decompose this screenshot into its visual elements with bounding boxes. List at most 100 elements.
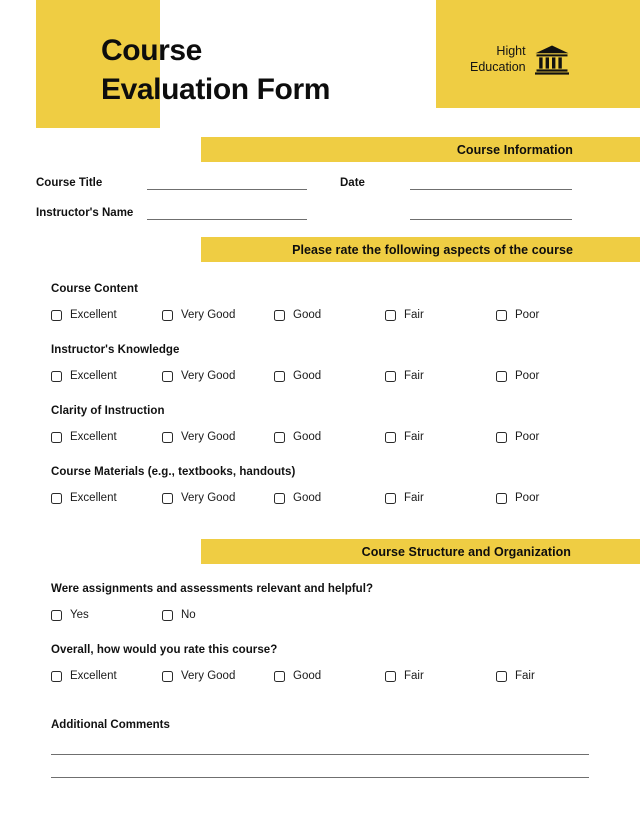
section-header-course-information: Course Information xyxy=(201,137,640,162)
course-evaluation-form-page: Course Evaluation Form Hight Education C… xyxy=(0,0,640,828)
instructor-name-input[interactable] xyxy=(147,219,307,220)
checkbox-icon[interactable] xyxy=(51,492,62,504)
checkbox-icon[interactable] xyxy=(496,309,507,321)
checkbox-icon[interactable] xyxy=(496,492,507,504)
rating-group-2-option-label: Very Good xyxy=(181,370,236,382)
rating-group-3-option-label: Poor xyxy=(515,431,540,443)
rating-group-2-option-label: Fair xyxy=(404,370,424,382)
rating-group-4-option-label: Poor xyxy=(515,492,540,504)
checkbox-icon[interactable] xyxy=(274,431,285,443)
structure-group-2-option-5[interactable]: Fair xyxy=(496,670,535,682)
rating-group-4-option-label: Fair xyxy=(404,492,424,504)
brand-line-2: Education xyxy=(470,59,526,74)
checkbox-icon[interactable] xyxy=(385,492,396,504)
rating-group-1-option-5[interactable]: Poor xyxy=(496,309,539,321)
rating-group-2-option-4[interactable]: Fair xyxy=(385,370,424,382)
rating-group-1-option-label: Poor xyxy=(515,309,540,321)
rating-group-2-label: Instructor's Knowledge xyxy=(51,344,180,356)
bank-building-icon xyxy=(534,45,569,75)
structure-group-2-option-label: Fair xyxy=(515,670,535,682)
rating-group-4-option-3[interactable]: Good xyxy=(274,492,321,504)
checkbox-icon[interactable] xyxy=(51,670,62,682)
rating-group-2-option-1[interactable]: Excellent xyxy=(51,370,117,382)
rating-group-2-option-label: Excellent xyxy=(70,370,117,382)
checkbox-icon[interactable] xyxy=(274,370,285,382)
checkbox-icon[interactable] xyxy=(162,309,173,321)
rating-group-1-option-label: Fair xyxy=(404,309,424,321)
rating-group-2-options: Excellent Very Good Good Fair Poor xyxy=(0,370,640,386)
brand-text: Hight Education xyxy=(470,44,526,75)
structure-group-1-option-label: Yes xyxy=(70,609,89,621)
structure-group-2-option-label: Good xyxy=(293,670,322,682)
rating-group-3-option-1[interactable]: Excellent xyxy=(51,431,117,443)
additional-comments-line-2[interactable] xyxy=(51,777,589,778)
structure-group-2-option-label: Very Good xyxy=(181,670,236,682)
additional-comments-label: Additional Comments xyxy=(51,719,170,731)
checkbox-icon[interactable] xyxy=(162,670,173,682)
checkbox-icon[interactable] xyxy=(162,431,173,443)
section-header-course-structure: Course Structure and Organization xyxy=(201,539,640,564)
rating-group-4-option-label: Good xyxy=(293,492,322,504)
checkbox-icon[interactable] xyxy=(51,309,62,321)
rating-group-1-option-4[interactable]: Fair xyxy=(385,309,424,321)
checkbox-icon[interactable] xyxy=(385,670,396,682)
date-label: Date xyxy=(340,177,365,189)
rating-group-4-option-label: Very Good xyxy=(181,492,236,504)
checkbox-icon[interactable] xyxy=(162,492,173,504)
rating-group-4-option-4[interactable]: Fair xyxy=(385,492,424,504)
checkbox-icon[interactable] xyxy=(274,492,285,504)
rating-group-2-option-label: Good xyxy=(293,370,322,382)
checkbox-icon[interactable] xyxy=(385,431,396,443)
page-title-line-2: Evaluation Form xyxy=(101,73,331,106)
rating-group-1-options: Excellent Very Good Good Fair Poor xyxy=(0,309,640,325)
checkbox-icon[interactable] xyxy=(496,431,507,443)
checkbox-icon[interactable] xyxy=(51,370,62,382)
structure-group-2-option-label: Fair xyxy=(404,670,424,682)
date-secondary-input[interactable] xyxy=(410,219,572,220)
rating-group-2-option-2[interactable]: Very Good xyxy=(162,370,235,382)
checkbox-icon[interactable] xyxy=(496,670,507,682)
course-title-input[interactable] xyxy=(147,189,307,190)
rating-group-4-option-5[interactable]: Poor xyxy=(496,492,539,504)
checkbox-icon[interactable] xyxy=(51,431,62,443)
structure-group-2-option-label: Excellent xyxy=(70,670,117,682)
structure-group-2-options: Excellent Very Good Good Fair Fair xyxy=(0,670,640,686)
rating-group-3-option-label: Very Good xyxy=(181,431,236,443)
checkbox-icon[interactable] xyxy=(385,309,396,321)
page-title: Course Evaluation Form xyxy=(101,31,431,109)
instructor-name-label: Instructor's Name xyxy=(36,207,134,219)
rating-group-3-options: Excellent Very Good Good Fair Poor xyxy=(0,431,640,447)
rating-group-1-option-3[interactable]: Good xyxy=(274,309,321,321)
rating-group-3-option-3[interactable]: Good xyxy=(274,431,321,443)
checkbox-icon[interactable] xyxy=(496,370,507,382)
structure-group-2-option-2[interactable]: Very Good xyxy=(162,670,235,682)
rating-group-1-option-2[interactable]: Very Good xyxy=(162,309,235,321)
structure-group-2-option-1[interactable]: Excellent xyxy=(51,670,117,682)
rating-group-4-option-2[interactable]: Very Good xyxy=(162,492,235,504)
checkbox-icon[interactable] xyxy=(162,609,173,621)
structure-group-1-option-2[interactable]: No xyxy=(162,609,196,621)
structure-group-2-option-3[interactable]: Good xyxy=(274,670,321,682)
rating-group-1-option-label: Very Good xyxy=(181,309,236,321)
checkbox-icon[interactable] xyxy=(162,370,173,382)
checkbox-icon[interactable] xyxy=(385,370,396,382)
rating-group-2-option-5[interactable]: Poor xyxy=(496,370,539,382)
structure-group-1-options: Yes No xyxy=(0,609,640,625)
checkbox-icon[interactable] xyxy=(274,670,285,682)
additional-comments-line-1[interactable] xyxy=(51,754,589,755)
rating-group-3-option-4[interactable]: Fair xyxy=(385,431,424,443)
rating-group-2-option-3[interactable]: Good xyxy=(274,370,321,382)
course-title-label: Course Title xyxy=(36,177,103,189)
structure-group-1-option-1[interactable]: Yes xyxy=(51,609,89,621)
date-input[interactable] xyxy=(410,189,572,190)
structure-group-2-label: Overall, how would you rate this course? xyxy=(51,644,278,656)
rating-group-3-option-5[interactable]: Poor xyxy=(496,431,539,443)
rating-group-2-option-label: Poor xyxy=(515,370,540,382)
rating-group-1-option-label: Excellent xyxy=(70,309,117,321)
checkbox-icon[interactable] xyxy=(274,309,285,321)
rating-group-4-option-1[interactable]: Excellent xyxy=(51,492,117,504)
structure-group-2-option-4[interactable]: Fair xyxy=(385,670,424,682)
rating-group-1-option-1[interactable]: Excellent xyxy=(51,309,117,321)
checkbox-icon[interactable] xyxy=(51,609,62,621)
rating-group-3-option-2[interactable]: Very Good xyxy=(162,431,235,443)
